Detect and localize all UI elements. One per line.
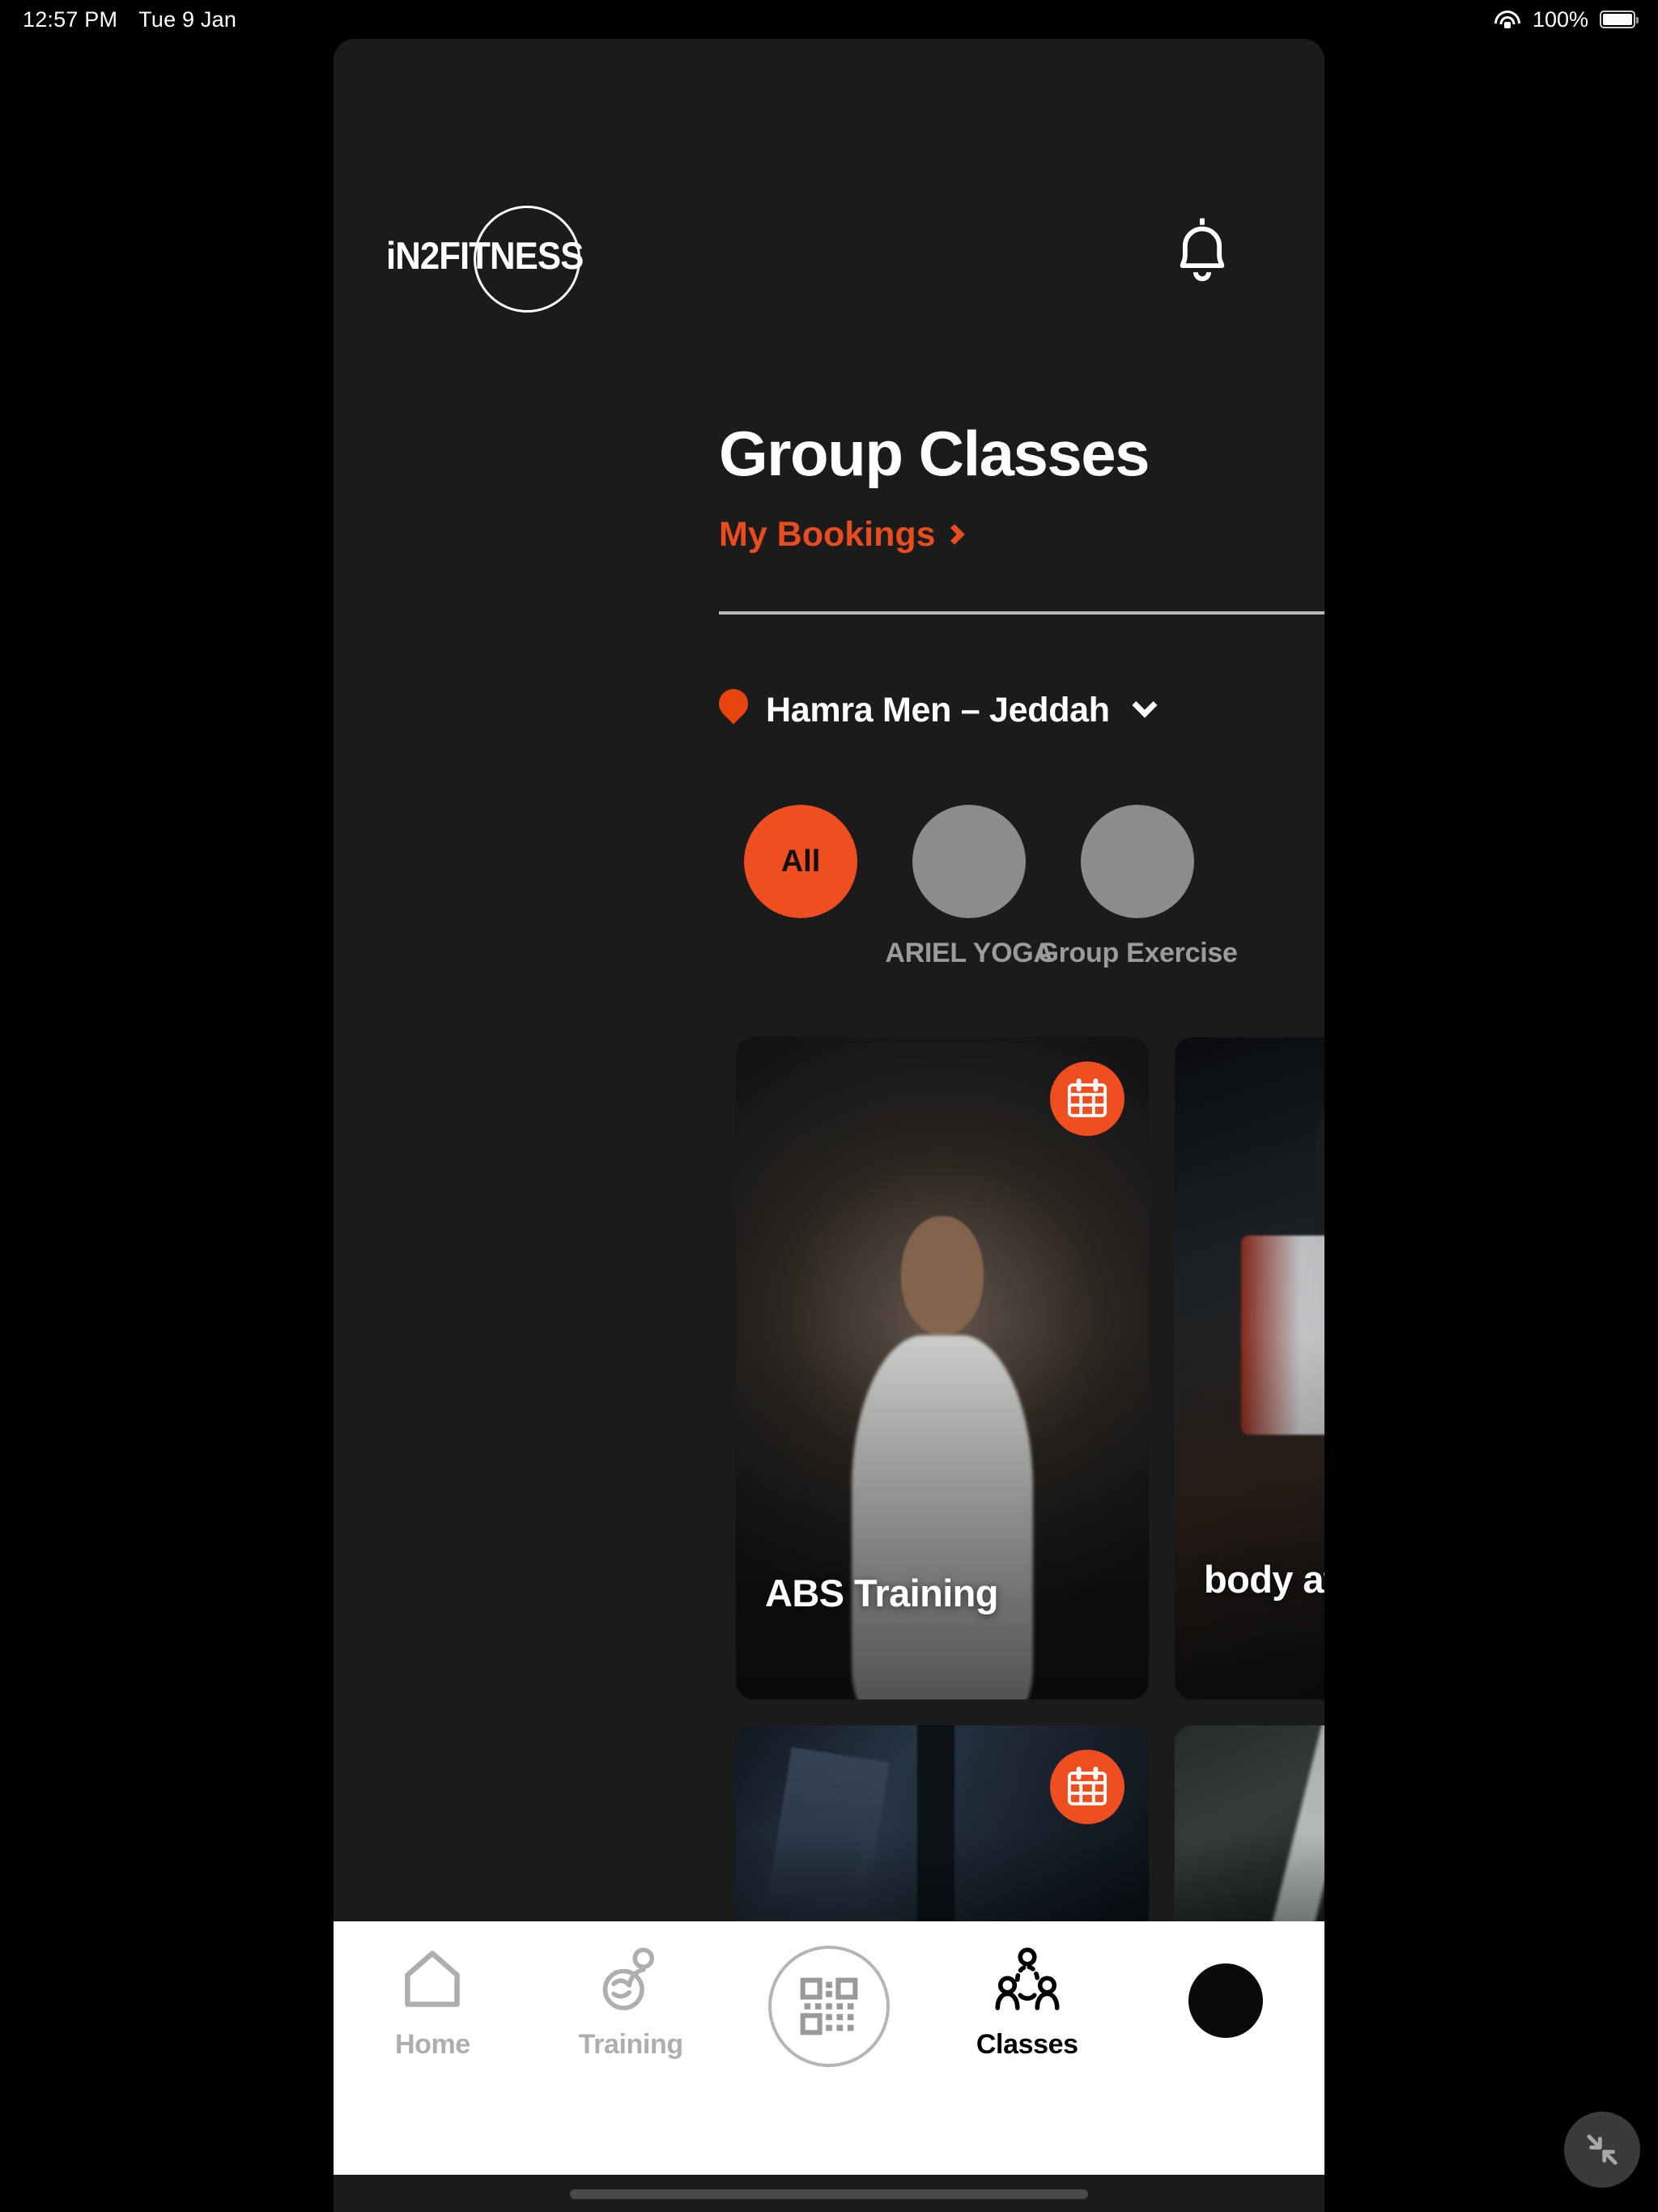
tab-label: Classes [976,2029,1078,2060]
calendar-icon[interactable] [1050,1750,1124,1824]
tab-qr-scan[interactable] [748,1946,910,2078]
app-header: iN2FITNESS [386,203,1273,313]
tab-home[interactable]: Home [351,1946,513,2061]
calendar-icon[interactable] [1050,1061,1124,1136]
location-pin-icon [712,683,755,731]
tab-training[interactable]: Training [550,1946,712,2061]
tab-list: Home Training Classes [334,1946,1324,2099]
chevron-down-icon [1132,692,1158,718]
home-indicator[interactable] [570,2189,1088,2199]
battery-full-icon [1600,11,1639,28]
filter-chip-ariel-yoga[interactable]: ARIEL YOGA [885,805,1053,969]
filter-chip-circle [912,805,1026,918]
qr-scan-icon [767,1946,890,2067]
tab-label: Training [578,2029,683,2060]
minimize-arrows-icon[interactable] [1564,2112,1640,2188]
tab-label: Home [394,2029,470,2060]
home-icon [398,1946,466,2018]
location-selector[interactable]: Hamra Men – Jeddah [712,683,1158,731]
filter-chip-group-exercise[interactable]: Group Exercise [1037,805,1238,969]
class-card[interactable]: ABS Training [736,1037,1149,1699]
notification-bell-icon[interactable] [1171,213,1234,284]
chevron-right-icon [943,523,965,545]
battery-percent: 100% [1532,6,1588,32]
category-filter-list: All ARIEL YOGA Group Exercise [744,805,1238,969]
filter-chip-caption: Group Exercise [1037,938,1238,968]
avatar-icon [1188,1963,1263,2038]
filter-chip-caption: ARIEL YOGA [885,938,1053,968]
tab-classes[interactable]: Classes [946,1946,1108,2061]
filter-chip-circle: All [744,805,857,918]
wifi-icon [1494,9,1521,30]
my-bookings-label: My Bookings [719,515,936,554]
status-bar-right: 100% [1494,6,1639,32]
status-bar-left: 12:57 PM Tue 9 Jan [23,7,236,32]
filter-chip-circle [1081,805,1194,918]
class-card[interactable]: body attack~770 [1175,1037,1324,1699]
class-card-title: body attack~770 [1204,1558,1324,1602]
header-divider [719,611,1324,615]
status-bar: 12:57 PM Tue 9 Jan 100% [0,0,1658,39]
app-logo: iN2FITNESS [386,203,726,313]
logo-text: iN2FITNESS [386,234,584,277]
my-bookings-link[interactable]: My Bookings [719,515,965,555]
bottom-tab-bar: Home Training Classes [334,1921,1324,2175]
tab-profile[interactable] [1145,1946,1307,2049]
location-name: Hamra Men – Jeddah [766,690,1110,730]
app-panel: iN2FITNESS Group Classes My Bookings Ham… [334,39,1324,2212]
training-icon [597,1946,665,2018]
class-card-grid: ABS Training body attack~770 [736,1037,1324,1960]
filter-chip-all[interactable]: All [744,805,857,969]
filter-chip-inner-label: All [780,844,821,878]
status-date: Tue 9 Jan [138,6,237,32]
status-time: 12:57 PM [23,6,118,32]
page-title: Group Classes [719,418,1150,489]
class-card-title: ABS Training [765,1572,998,1615]
classes-group-icon [993,1946,1061,2018]
